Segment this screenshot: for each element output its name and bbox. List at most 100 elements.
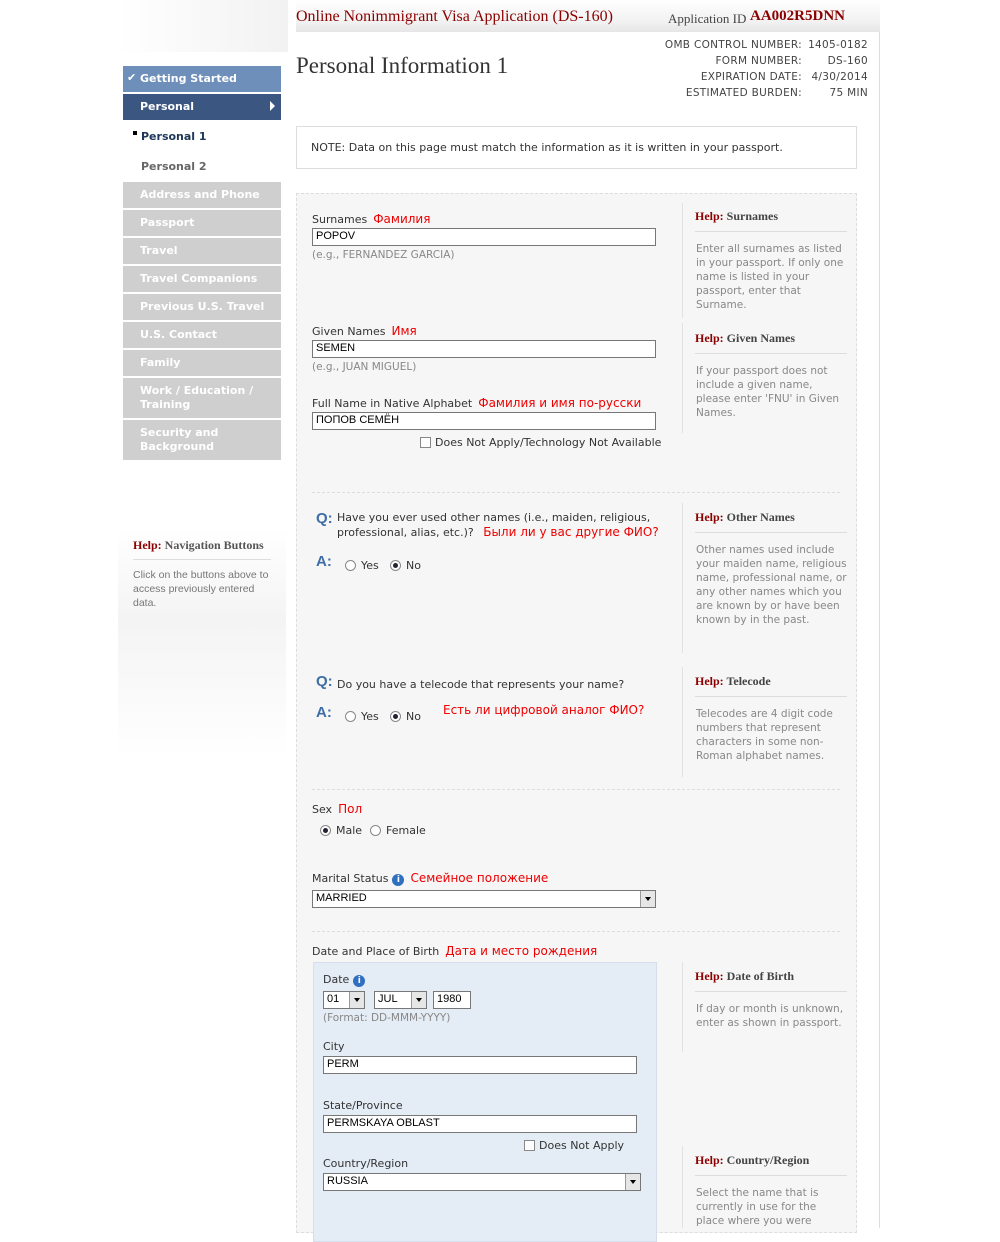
field-label: Date — [323, 973, 350, 986]
radio-label: No — [406, 559, 421, 572]
nav-us-contact[interactable]: U.S. Contact — [123, 322, 281, 348]
dob-year-input[interactable]: 1980 — [433, 991, 471, 1009]
help-body: Select the name that is currently in use… — [696, 1187, 819, 1227]
form-number-label: FORM NUMBER: — [715, 55, 802, 67]
divider — [682, 503, 683, 653]
city-input[interactable]: PERM — [323, 1056, 637, 1074]
sex-male[interactable]: Male — [320, 824, 362, 837]
help-prefix: Help: — [695, 331, 724, 345]
nav-travel[interactable]: Travel — [123, 238, 281, 264]
telecode-yes[interactable]: Yes — [345, 710, 379, 723]
nav-personal-1[interactable]: Personal 1 — [123, 122, 281, 152]
app-title: Online Nonimmigrant Visa Application (DS… — [296, 8, 613, 25]
other-names-yes[interactable]: Yes — [345, 559, 379, 572]
answer-marker: A: — [316, 704, 332, 721]
nav-personal-2[interactable]: Personal 2 — [123, 152, 281, 182]
russian-annotation: Пол — [338, 802, 363, 816]
sex-label: Sex Пол — [312, 802, 362, 816]
surnames-input[interactable]: POPOV — [312, 228, 656, 246]
native-name-input[interactable]: ПОПОВ СЕМЁН — [312, 412, 656, 430]
nav-work-education[interactable]: Work / Education / Training — [123, 378, 281, 418]
sex-female[interactable]: Female — [370, 824, 426, 837]
telecode-no[interactable]: No — [390, 710, 421, 723]
help-title: Help: Date of Birth — [695, 969, 847, 992]
nav-label: Family — [140, 356, 181, 369]
telecode-question: Do you have a telecode that represents y… — [337, 678, 625, 691]
nav-label: Personal — [140, 100, 195, 113]
nav-travel-companions[interactable]: Travel Companions — [123, 266, 281, 292]
nav-help-text: Click on the buttons above to access pre… — [133, 569, 269, 609]
help-title-text: Given Names — [726, 331, 795, 345]
application-id: AA002R5DNN — [750, 8, 845, 24]
given-names-input[interactable]: SEMEN — [312, 340, 656, 358]
russian-annotation: Имя — [391, 324, 417, 338]
question-marker: Q: — [316, 673, 333, 690]
radio-button[interactable] — [320, 825, 331, 836]
other-names-no[interactable]: No — [390, 559, 421, 572]
select-value: MARRIED — [316, 892, 367, 904]
nav-address-phone[interactable]: Address and Phone — [123, 182, 281, 208]
radio-button[interactable] — [370, 825, 381, 836]
chevron-down-icon[interactable] — [411, 992, 426, 1008]
checkbox[interactable] — [420, 437, 431, 448]
help-title-text: Surnames — [726, 209, 779, 223]
checkbox[interactable] — [524, 1140, 535, 1151]
expiration-label: EXPIRATION DATE: — [700, 71, 802, 83]
radio-label: No — [406, 710, 421, 723]
select-value: 01 — [327, 993, 340, 1005]
passport-note: NOTE: Data on this page must match the i… — [296, 126, 857, 169]
field-label: Sex — [312, 803, 333, 816]
dob-format-hint: (Format: DD-MMM-YYYY) — [323, 1012, 451, 1024]
burden-value: 75 MIN — [829, 87, 868, 99]
help-given-names: Help: Given Names If your passport does … — [695, 331, 847, 420]
radio-button[interactable] — [345, 560, 356, 571]
divider — [682, 323, 683, 433]
chevron-down-icon[interactable] — [349, 992, 364, 1008]
chevron-down-icon[interactable] — [625, 1174, 640, 1190]
given-names-label: Given Names Имя — [312, 324, 417, 338]
radio-button[interactable] — [390, 711, 401, 722]
nav-passport[interactable]: Passport — [123, 210, 281, 236]
divider — [682, 962, 683, 1052]
russian-annotation: Фамилия и имя по-русски — [478, 396, 642, 410]
nav-label: Previous U.S. Travel — [140, 300, 265, 313]
nav-security-background[interactable]: Security and Background — [123, 420, 281, 460]
nav-family[interactable]: Family — [123, 350, 281, 376]
marital-status-select[interactable]: MARRIED — [312, 890, 656, 908]
nav-help-panel — [118, 528, 286, 758]
section-divider — [312, 492, 840, 493]
help-other-names: Help: Other Names Other names used inclu… — [695, 510, 847, 627]
help-prefix: Help: — [695, 1153, 724, 1167]
help-title-text: Navigation Buttons — [164, 538, 264, 552]
given-names-hint: (e.g., JUAN MIGUEL) — [312, 361, 417, 373]
nav-getting-started[interactable]: ✔ Getting Started — [123, 66, 281, 92]
help-title: Help: Surnames — [695, 209, 847, 232]
nav-previous-us-travel[interactable]: Previous U.S. Travel — [123, 294, 281, 320]
marital-status-label: Marital Status i Семейное положение — [312, 871, 548, 886]
help-title: Help: Country/Region — [695, 1153, 847, 1176]
radio-button[interactable] — [390, 560, 401, 571]
country-select[interactable]: RUSSIA — [323, 1173, 641, 1191]
field-label: Given Names — [312, 325, 386, 338]
state-na-checkbox[interactable]: Does Not Apply — [524, 1139, 624, 1152]
state-input[interactable]: PERMSKAYA OBLAST — [323, 1115, 637, 1133]
dob-month-select[interactable]: JUL — [374, 991, 427, 1009]
state-label: State/Province — [323, 1099, 403, 1112]
checkbox-label: Does Not Apply — [539, 1139, 625, 1152]
chevron-down-icon[interactable] — [640, 891, 655, 907]
dob-date-label: Date i — [323, 973, 366, 987]
help-title-text: Country/Region — [726, 1153, 810, 1167]
surnames-hint: (e.g., FERNANDEZ GARCIA) — [312, 249, 455, 261]
dob-day-select[interactable]: 01 — [323, 991, 365, 1009]
nav-label: Travel — [140, 244, 178, 257]
radio-button[interactable] — [345, 711, 356, 722]
native-name-label: Full Name in Native Alphabet Фамилия и им… — [312, 396, 641, 410]
nav-personal[interactable]: Personal — [123, 94, 281, 120]
info-icon[interactable]: i — [392, 874, 405, 886]
help-title: Help: Other Names — [695, 510, 847, 533]
help-prefix: Help: — [133, 538, 162, 552]
native-name-na-checkbox[interactable]: Does Not Apply/Technology Not Available — [420, 436, 661, 449]
info-icon[interactable]: i — [353, 975, 366, 987]
select-value: RUSSIA — [327, 1175, 368, 1187]
radio-label: Yes — [361, 710, 379, 723]
